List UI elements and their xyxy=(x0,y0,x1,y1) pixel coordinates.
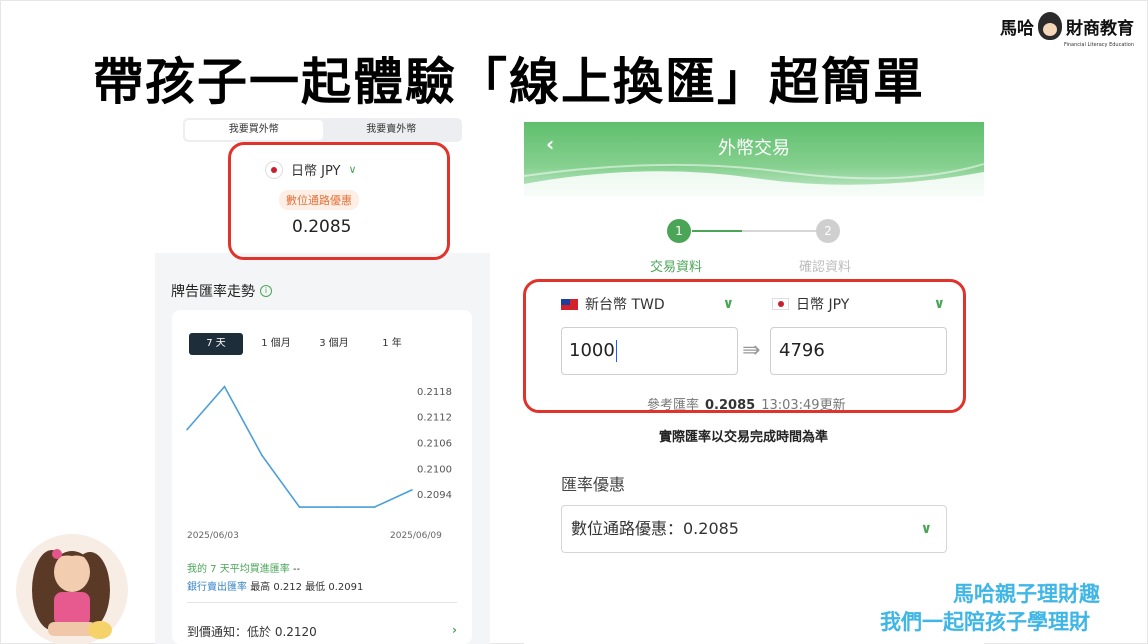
logo-text-left: 馬哈 xyxy=(1000,18,1034,39)
x-tick-label: 2025/06/03 xyxy=(187,531,239,541)
step-progress-fill xyxy=(692,230,742,232)
trend-title-text: 牌告匯率走勢 xyxy=(171,284,255,300)
child-illustration xyxy=(16,534,128,644)
avg-rate-value: -- xyxy=(292,564,301,575)
x-tick-label: 2025/06/09 xyxy=(390,531,442,541)
data-point xyxy=(186,428,188,431)
trend-section-title: 牌告匯率走勢 i xyxy=(171,281,272,301)
y-tick-label: 0.2100 xyxy=(417,464,452,475)
highlight-box-conversion xyxy=(523,279,966,413)
buy-sell-toggle: 我要買外幣 我要賣外幣 xyxy=(183,118,462,142)
logo-subtitle: Financial Literacy Education xyxy=(1063,42,1134,48)
avg-rate-line: 我的 7 天平均買進匯率 -- xyxy=(187,560,300,575)
price-alert-text: 到價通知：低於 0.2120 xyxy=(187,625,317,639)
rate-line-chart: 0.2118 0.2112 0.2106 0.2100 0.2094 2025/06/03… xyxy=(186,385,452,541)
y-tick-label: 0.2094 xyxy=(417,490,452,501)
tab-7-days[interactable]: 7 天 xyxy=(189,333,243,355)
data-point xyxy=(336,506,338,508)
tab-buy-foreign[interactable]: 我要買外幣 xyxy=(185,120,323,140)
discount-section-label: 匯率優惠 xyxy=(561,475,626,494)
rate-notice: 實際匯率以交易完成時間為準 xyxy=(659,430,829,445)
bank-rate-high: 最高 0.212 xyxy=(250,582,302,593)
trend-chart-card: 7 天 1 個月 3 個月 1 年 0.2118 0.2112 0.2106 0.21… xyxy=(172,310,472,644)
header-title: 外幣交易 xyxy=(718,138,790,159)
info-icon[interactable]: i xyxy=(260,285,272,297)
watermark-line-1: 馬哈親子理財趣 xyxy=(953,582,1100,606)
avg-rate-label: 我的 7 天平均買進匯率 xyxy=(187,564,290,575)
watermark-line-2: 我們一起陪孩子學理財 xyxy=(880,610,1090,634)
tab-1-month[interactable]: 1 個月 xyxy=(247,333,305,355)
mascot-icon xyxy=(1038,12,1062,40)
tab-1-year[interactable]: 1 年 xyxy=(363,333,421,355)
data-point xyxy=(298,506,301,508)
series-line xyxy=(186,385,413,508)
data-point xyxy=(261,454,263,457)
tab-sell-foreign[interactable]: 我要賣外幣 xyxy=(323,120,461,140)
data-point xyxy=(411,489,413,491)
bank-rate-label: 銀行賣出匯率 xyxy=(187,582,247,593)
range-tabs: 7 天 1 個月 3 個月 1 年 xyxy=(189,333,421,355)
y-tick-label: 0.2106 xyxy=(417,439,452,450)
divider xyxy=(187,602,457,603)
tab-3-months[interactable]: 3 個月 xyxy=(305,333,363,355)
brand-logo: 馬哈 財商教育 Financial Literacy Education xyxy=(1000,12,1134,48)
discount-value: 數位通路優惠：0.2085 xyxy=(571,519,739,538)
discount-select[interactable]: 數位通路優惠：0.2085 ∨ xyxy=(561,505,947,553)
slide-title: 帶孩子一起體驗「線上換匯」超簡單 xyxy=(93,53,925,111)
y-tick-label: 0.2118 xyxy=(417,387,452,398)
price-alert-row[interactable]: 到價通知：低於 0.2120 › xyxy=(187,623,457,640)
logo-text-right: 財商教育 xyxy=(1066,18,1134,39)
data-point xyxy=(373,506,376,508)
y-tick-label: 0.2112 xyxy=(417,413,452,424)
step-2-indicator: 2 xyxy=(816,219,840,243)
data-point xyxy=(223,385,226,388)
step-1-indicator: 1 xyxy=(667,219,691,243)
chevron-right-icon: › xyxy=(452,623,457,637)
app-header: ‹ 外幣交易 xyxy=(524,122,984,196)
bank-rate-low: 最低 0.2091 xyxy=(305,582,364,593)
step-2-label: 確認資料 xyxy=(799,260,852,275)
step-1-label: 交易資料 xyxy=(650,260,703,275)
bank-rate-line: 銀行賣出匯率 最高 0.212 最低 0.2091 xyxy=(187,578,363,593)
chevron-down-icon: ∨ xyxy=(920,521,932,537)
highlight-box-rate xyxy=(228,142,450,260)
